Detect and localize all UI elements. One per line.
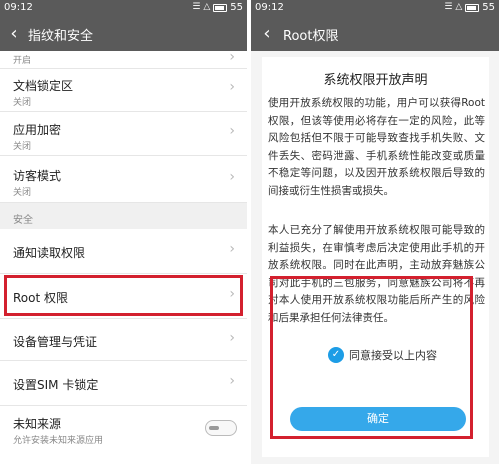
list-item-sub: 关闭 <box>13 142 32 152</box>
status-time: 09:12 <box>4 2 33 13</box>
status-bar: 09:12 ☰ △ 55 <box>0 0 247 17</box>
list-item-doc-lock[interactable]: 文档锁定区 关闭 › <box>0 69 247 112</box>
chevron-right-icon: › <box>229 79 235 95</box>
list-item-label: 未知来源 <box>13 417 62 431</box>
chevron-right-icon: › <box>229 123 235 139</box>
highlight-box-agree-confirm <box>270 276 473 439</box>
signal-icon: ☰ △ <box>444 2 463 12</box>
list-item-partial[interactable]: 开启 › <box>0 49 247 69</box>
chevron-right-icon: › <box>229 169 235 185</box>
title-bar: ‹ 指纹和安全 <box>0 17 247 51</box>
settings-screen: 09:12 ☰ △ 55 ‹ 指纹和安全 开启 › 文档锁定区 关闭 › 应用加… <box>0 0 247 464</box>
list-item-sim-lock[interactable]: 设置SIM 卡锁定 › <box>0 361 247 406</box>
battery-level: 55 <box>230 2 243 13</box>
list-item-label: 访客模式 <box>13 169 62 183</box>
highlight-box-root-item <box>4 275 243 316</box>
signal-icon: ☰ △ <box>192 2 211 12</box>
list-item-sub: 开启 <box>13 56 32 66</box>
dialog-title: 系统权限开放声明 <box>323 73 428 88</box>
section-header-label: 安全 <box>13 215 33 226</box>
list-item-unknown-sources[interactable]: 未知来源 允许安装未知来源应用 <box>0 406 247 464</box>
list-item-label: 设置SIM 卡锁定 <box>13 378 99 392</box>
list-item-label: 通知读取权限 <box>13 246 86 260</box>
list-item-sub: 关闭 <box>13 188 32 198</box>
status-icons: ☰ △ 55 <box>444 2 495 13</box>
back-arrow-icon[interactable]: ‹ <box>251 17 283 51</box>
list-item-label: 设备管理与凭证 <box>13 335 98 349</box>
list-item-notification-access[interactable]: 通知读取权限 › <box>0 229 247 274</box>
battery-level: 55 <box>482 2 495 13</box>
back-arrow-icon[interactable]: ‹ <box>0 17 28 51</box>
list-item-app-lock[interactable]: 应用加密 关闭 › <box>0 112 247 156</box>
list-item-label: 文档锁定区 <box>13 79 74 93</box>
page-title: Root权限 <box>283 28 339 44</box>
chevron-right-icon: › <box>229 330 235 346</box>
chevron-right-icon: › <box>229 373 235 389</box>
battery-icon <box>465 3 480 12</box>
unknown-sources-toggle[interactable] <box>205 420 237 436</box>
root-permission-screen: 09:12 ☰ △ 55 ‹ Root权限 系统权限开放声明 使用开放系统权限的… <box>251 0 499 464</box>
chevron-right-icon: › <box>229 241 235 257</box>
chevron-right-icon: › <box>229 49 235 65</box>
list-item-sub: 允许安装未知来源应用 <box>13 436 104 446</box>
status-icons: ☰ △ 55 <box>192 2 243 13</box>
battery-icon <box>213 3 228 12</box>
page-title: 指纹和安全 <box>28 28 94 44</box>
section-header-security: 安全 <box>0 203 247 229</box>
list-item-device-admin[interactable]: 设备管理与凭证 › <box>0 319 247 361</box>
status-bar: 09:12 ☰ △ 55 <box>251 0 499 17</box>
list-item-sub: 关闭 <box>13 98 32 108</box>
disclaimer-paragraph-1: 使用开放系统权限的功能，用户可以获得Root权限，但该等使用必将存在一定的风险，… <box>268 97 485 197</box>
status-time: 09:12 <box>255 2 284 13</box>
title-bar: ‹ Root权限 <box>251 17 499 51</box>
list-item-guest-mode[interactable]: 访客模式 关闭 › <box>0 156 247 203</box>
list-item-label: 应用加密 <box>13 123 62 137</box>
